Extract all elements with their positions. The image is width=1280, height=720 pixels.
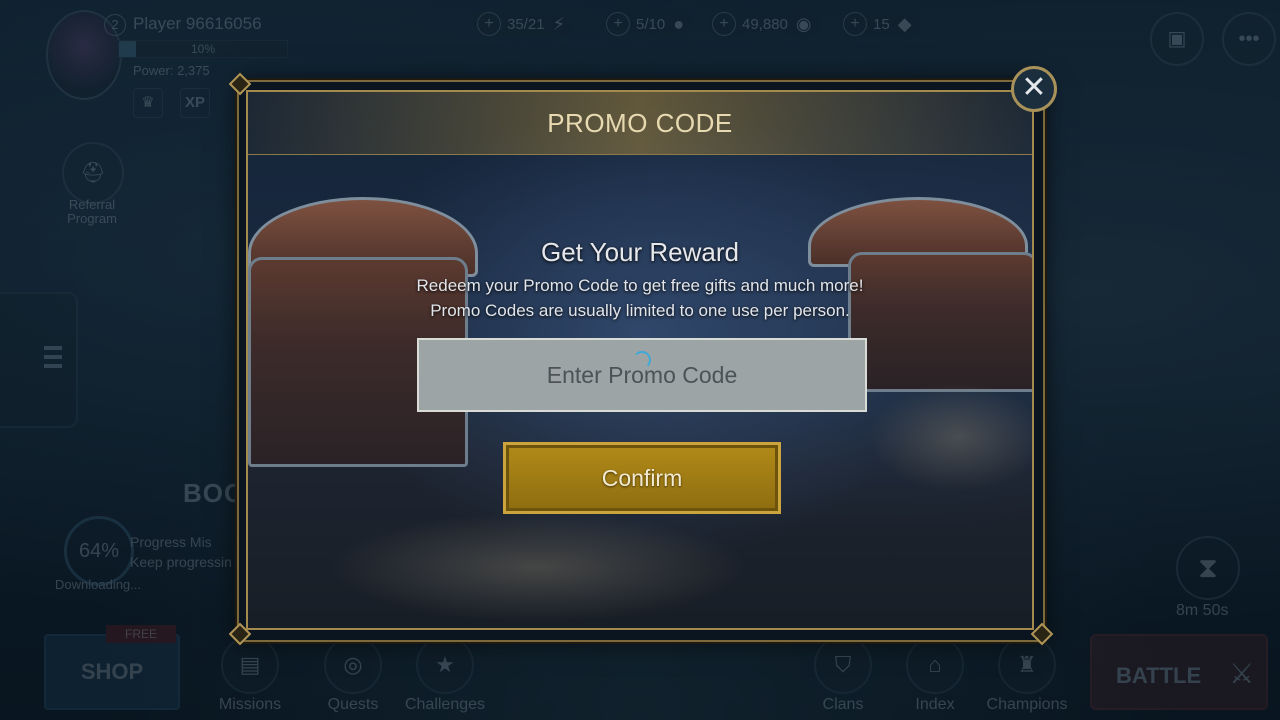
reward-description-line-2: Promo Codes are usually limited to one u… <box>430 301 850 320</box>
close-icon: ✕ <box>1021 71 1047 104</box>
close-button[interactable]: ✕ <box>1011 66 1057 112</box>
reward-heading: Get Your Reward <box>540 237 739 267</box>
confirm-button[interactable]: Confirm <box>503 442 781 514</box>
promo-code-input[interactable] <box>417 338 867 412</box>
coin-pile <box>868 382 1032 492</box>
loading-spinner-icon <box>633 351 651 369</box>
coin-pile <box>328 512 748 622</box>
modal-title: PROMO CODE <box>547 108 733 138</box>
reward-description: Redeem your Promo Code to get free gifts… <box>248 273 1032 323</box>
promo-modal: PROMO CODE Get Your Reward Redeem your P… <box>246 90 1034 630</box>
reward-description-line-1: Redeem your Promo Code to get free gifts… <box>416 276 864 295</box>
modal-header: PROMO CODE <box>248 92 1032 155</box>
